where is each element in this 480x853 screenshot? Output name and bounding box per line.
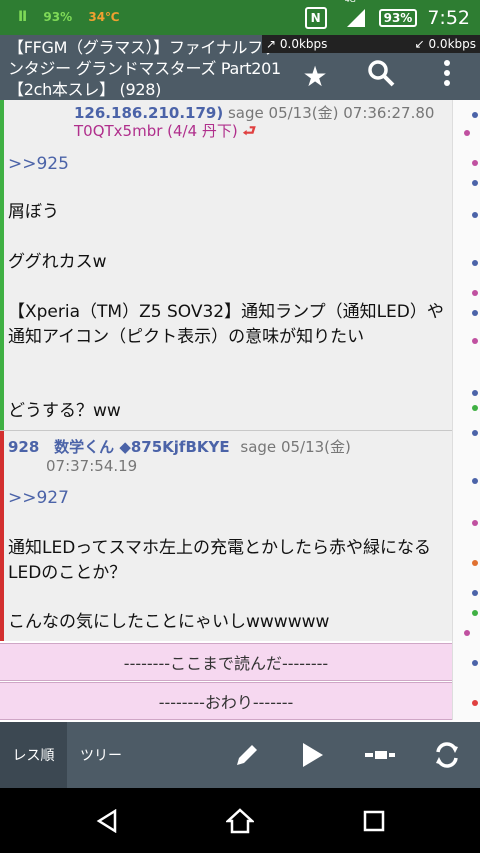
- post-time: 07:37:54.19: [46, 457, 138, 475]
- post-number[interactable]: 928: [8, 438, 39, 456]
- post-anchor-link[interactable]: >>925: [8, 152, 448, 177]
- post-date: 05/13(金) 07:36:27.80: [268, 104, 435, 122]
- network-type: 4G: [345, 0, 356, 4]
- bottom-toolbar: レス順 ツリー: [0, 722, 480, 788]
- status-left: Ⅱ 93% 34℃: [18, 9, 132, 25]
- post-sage: sage: [227, 104, 264, 122]
- post-anchor-link[interactable]: >>927: [8, 486, 448, 511]
- thread-title: 【FFGM（グラマス）】ファイナルファンタジー グランドマスターズ Part20…: [8, 38, 281, 99]
- download-speed: ↙ 0.0kbps: [414, 37, 476, 51]
- post-927-header: 126.186.210.179) sage 05/13(金) 07:36:27.…: [8, 104, 448, 140]
- refresh-icon[interactable]: [414, 722, 480, 788]
- post-928-header: 928 数学くん ◆875KjfBKYE sage 05/13(金) 07:37…: [8, 438, 448, 476]
- tab-order[interactable]: レス順: [0, 722, 67, 788]
- post-line: ググれカスw: [8, 252, 107, 272]
- reply-arrow-icon[interactable]: ⮐: [243, 122, 257, 140]
- network-speed-overlay: ↗ 0.0kbps ↙ 0.0kbps: [262, 35, 480, 53]
- scroll-icon[interactable]: [347, 722, 413, 788]
- home-icon[interactable]: [200, 788, 280, 853]
- upload-speed: ↗ 0.0kbps: [266, 37, 328, 51]
- battery-indicator: 93%: [378, 8, 418, 27]
- post-author[interactable]: 数学くん ◆875KjfBKYE: [54, 438, 230, 456]
- post-ip[interactable]: 126.186.210.179): [74, 104, 223, 122]
- clock: 7:52: [427, 6, 470, 29]
- signal-icon: 4G: [345, 0, 365, 27]
- post-divider: [0, 430, 452, 431]
- tab-tree[interactable]: ツリー: [67, 722, 135, 788]
- post-marker-red: [0, 431, 4, 641]
- status-bar: Ⅱ 93% 34℃ N 4G 93% 7:52: [0, 0, 480, 35]
- play-icon[interactable]: [280, 722, 346, 788]
- end-marker[interactable]: --------おわり-------: [0, 682, 452, 720]
- app-bar: 【FFGM（グラマス）】ファイナルファンタジー グランドマスターズ Part20…: [0, 35, 480, 100]
- post-date: 05/13(金): [280, 438, 351, 456]
- nfc-icon: N: [304, 6, 327, 29]
- post-marker-green: [0, 100, 4, 431]
- thread-content[interactable]: 126.186.210.179) sage 05/13(金) 07:36:27.…: [0, 100, 452, 641]
- post-line: こんなの気にしたことにゃいしwwwwww: [8, 612, 330, 632]
- read-here-marker[interactable]: --------ここまで読んだ--------: [0, 643, 452, 681]
- back-icon[interactable]: [67, 788, 147, 853]
- post-line: 屑ぼう: [8, 202, 59, 222]
- post-sage: sage: [240, 438, 277, 456]
- post-line: 通知LEDってスマホ左上の充電とかしたら赤や緑になるLEDのことか？: [8, 538, 431, 583]
- pencil-icon[interactable]: [214, 722, 280, 788]
- post-line: 【Xperia（TM）Z5 SOV32】通知ランプ（通知LED）や通知アイコン（…: [8, 302, 444, 347]
- star-icon[interactable]: ★: [282, 60, 348, 93]
- scroll-minimap[interactable]: [452, 100, 480, 720]
- battery-percent-small: 93%: [43, 10, 73, 24]
- speed-icon: Ⅱ: [18, 9, 28, 25]
- app-bar-actions: ★: [282, 53, 480, 100]
- overflow-menu-icon[interactable]: [414, 60, 480, 93]
- recents-icon[interactable]: [334, 788, 414, 853]
- status-right: N 4G 93% 7:52: [304, 0, 470, 35]
- temperature: 34℃: [88, 10, 120, 24]
- post-line: どうする？ww: [8, 401, 121, 421]
- search-icon[interactable]: [348, 59, 414, 94]
- system-nav-bar: [0, 788, 480, 853]
- post-id[interactable]: T0QTx5mbr (4/4 丹下): [74, 122, 238, 140]
